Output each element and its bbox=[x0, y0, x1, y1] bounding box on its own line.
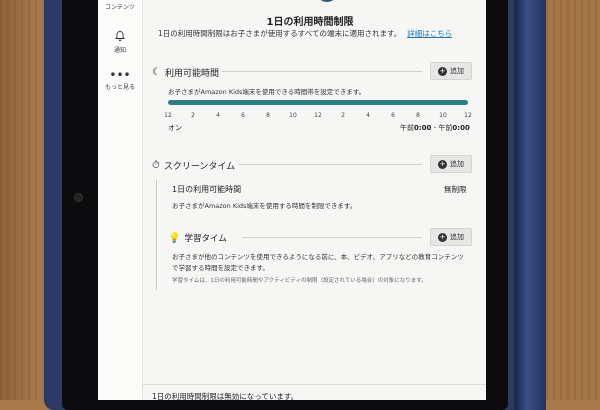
available-time-label: 利用可能時間 bbox=[164, 69, 219, 79]
sidebar-item-label: 通知 bbox=[113, 47, 126, 54]
details-link[interactable]: 詳細はこちら bbox=[407, 29, 452, 38]
moon-sun-icon: ☾ bbox=[152, 67, 161, 78]
learning-time-note: 学習タイムは、1日の利用可能時間やアクティビティの制限（設定されている場合）の対… bbox=[172, 278, 427, 284]
range-start: 0:00 bbox=[414, 124, 432, 132]
available-time-title: ☾ 利用可能時間 bbox=[152, 66, 219, 79]
main-content: 1日の利用時間制限 1日の利用時間制限はお子さまが使用するすべての端末に適用され… bbox=[142, 0, 486, 400]
available-time-description: お子さまがAmazon Kids端末を使用できる時間帯を設定できます。 bbox=[168, 88, 366, 96]
time-tick: 8 bbox=[266, 112, 270, 119]
sidebar-item-label: コンテンツ bbox=[104, 4, 135, 11]
plus-icon: + bbox=[438, 159, 447, 169]
plus-icon: + bbox=[438, 66, 447, 76]
daily-limit-value[interactable]: 無制限 bbox=[444, 184, 467, 195]
learning-time-description-line1: お子さまが他のコンテンツを使用できるようになる前に、本、ビデオ、アプリなどの教育… bbox=[172, 253, 464, 261]
screen-time-indent-line bbox=[156, 180, 157, 290]
daily-limit-description: お子さまがAmazon Kids端末を使用する時間を制限できます。 bbox=[172, 202, 357, 210]
sidebar-item-more[interactable]: ••• もっと見る bbox=[98, 68, 142, 91]
add-label: 追加 bbox=[450, 233, 464, 241]
sidebar-item-notifications[interactable]: 通知 bbox=[98, 30, 142, 54]
profile-avatar bbox=[316, 0, 338, 2]
add-label: 追加 bbox=[450, 160, 464, 168]
section-divider bbox=[238, 164, 422, 165]
bell-icon bbox=[98, 30, 142, 45]
range-prefix-end: 午前 bbox=[438, 124, 453, 132]
time-tick: 6 bbox=[241, 112, 245, 119]
front-camera bbox=[74, 193, 83, 202]
screen-time-label: スクリーンタイム bbox=[163, 162, 236, 172]
time-tick: 6 bbox=[391, 112, 395, 119]
lightbulb-icon: 💡 bbox=[168, 232, 181, 244]
time-tick: 12 bbox=[164, 112, 172, 119]
more-dots-icon: ••• bbox=[109, 68, 131, 82]
time-tick: 4 bbox=[216, 112, 220, 119]
stopwatch-icon: ⏱ bbox=[152, 160, 160, 171]
available-time-status: オン bbox=[168, 124, 182, 132]
screen-time-add-button[interactable]: + 追加 bbox=[430, 155, 472, 173]
learning-time-description-line2: で学習する時間を設定できます。 bbox=[172, 264, 269, 272]
available-time-bar[interactable] bbox=[168, 100, 468, 105]
time-tick: 10 bbox=[439, 112, 447, 119]
time-tick: 12 bbox=[314, 112, 322, 119]
add-label: 追加 bbox=[450, 67, 464, 75]
section-divider bbox=[222, 71, 422, 72]
time-tick: 2 bbox=[191, 112, 195, 119]
screen-time-title: ⏱ スクリーンタイム bbox=[152, 159, 235, 172]
range-end: 0:00 bbox=[452, 124, 470, 132]
tablet-case-edge bbox=[514, 0, 546, 410]
time-tick: 12 bbox=[464, 112, 472, 119]
time-tick: 4 bbox=[366, 112, 370, 119]
learning-time-add-button[interactable]: + 追加 bbox=[430, 228, 472, 246]
footer-divider bbox=[142, 384, 486, 385]
page-subtitle: 1日の利用時間制限はお子さまが使用するすべての端末に適用されます。 詳細はこちら bbox=[158, 28, 452, 39]
tablet-screen: コンテンツ 通知 ••• もっと見る 1日の利用時間制限 1日の利用時間制限はお… bbox=[98, 0, 486, 400]
sidebar-item-content[interactable]: コンテンツ bbox=[98, 2, 142, 11]
available-time-range: 午前0:00 - 午前0:00 bbox=[400, 123, 470, 133]
sidebar: コンテンツ 通知 ••• もっと見る bbox=[98, 0, 143, 400]
time-tick: 8 bbox=[416, 112, 420, 119]
plus-icon: + bbox=[438, 232, 447, 242]
sidebar-item-label: もっと見る bbox=[104, 84, 135, 91]
section-divider bbox=[242, 237, 422, 238]
available-time-add-button[interactable]: + 追加 bbox=[430, 62, 472, 80]
time-tick: 10 bbox=[289, 112, 297, 119]
range-prefix-start: 午前 bbox=[400, 124, 414, 132]
time-tick: 2 bbox=[341, 112, 345, 119]
learning-time-title: 💡 学習タイム bbox=[168, 232, 227, 245]
learning-time-label: 学習タイム bbox=[184, 234, 227, 244]
subtitle-text: 1日の利用時間制限はお子さまが使用するすべての端末に適用されます。 bbox=[158, 29, 402, 38]
footer-status: 1日の利用時間制限は無効になっています。 bbox=[152, 392, 299, 400]
daily-limit-title: 1日の利用可能時間 bbox=[172, 185, 242, 194]
page-title: 1日の利用時間制限 bbox=[266, 17, 354, 28]
